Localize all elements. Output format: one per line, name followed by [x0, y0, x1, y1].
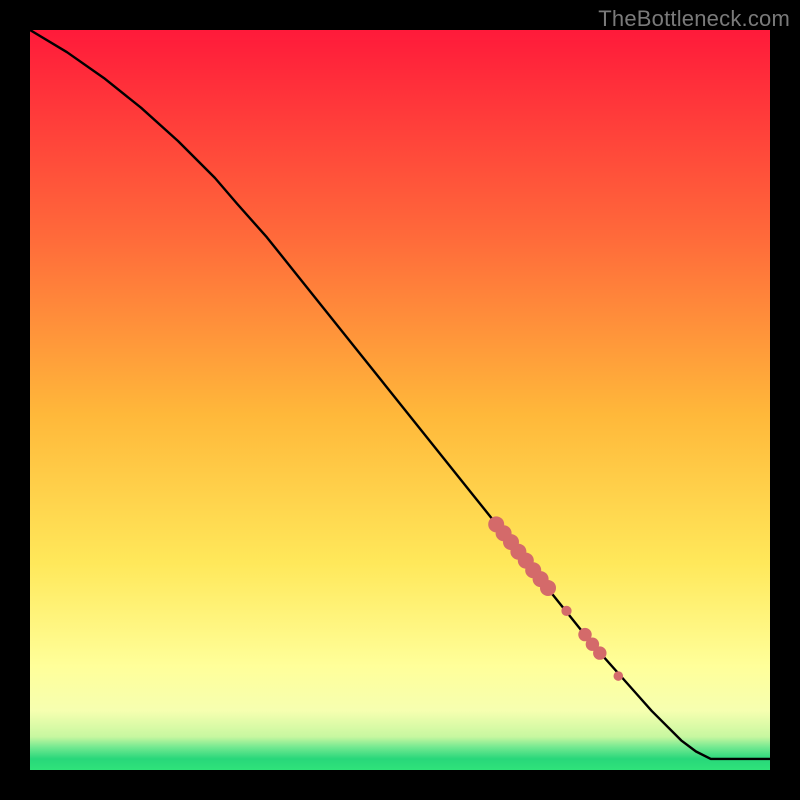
chart-frame: TheBottleneck.com	[0, 0, 800, 800]
plot-area	[30, 30, 770, 770]
chart-svg	[30, 30, 770, 770]
watermark-text: TheBottleneck.com	[598, 6, 790, 32]
data-marker	[593, 646, 606, 659]
data-marker	[614, 671, 624, 681]
gradient-background	[30, 30, 770, 770]
data-marker	[561, 606, 571, 616]
data-marker	[540, 580, 556, 596]
